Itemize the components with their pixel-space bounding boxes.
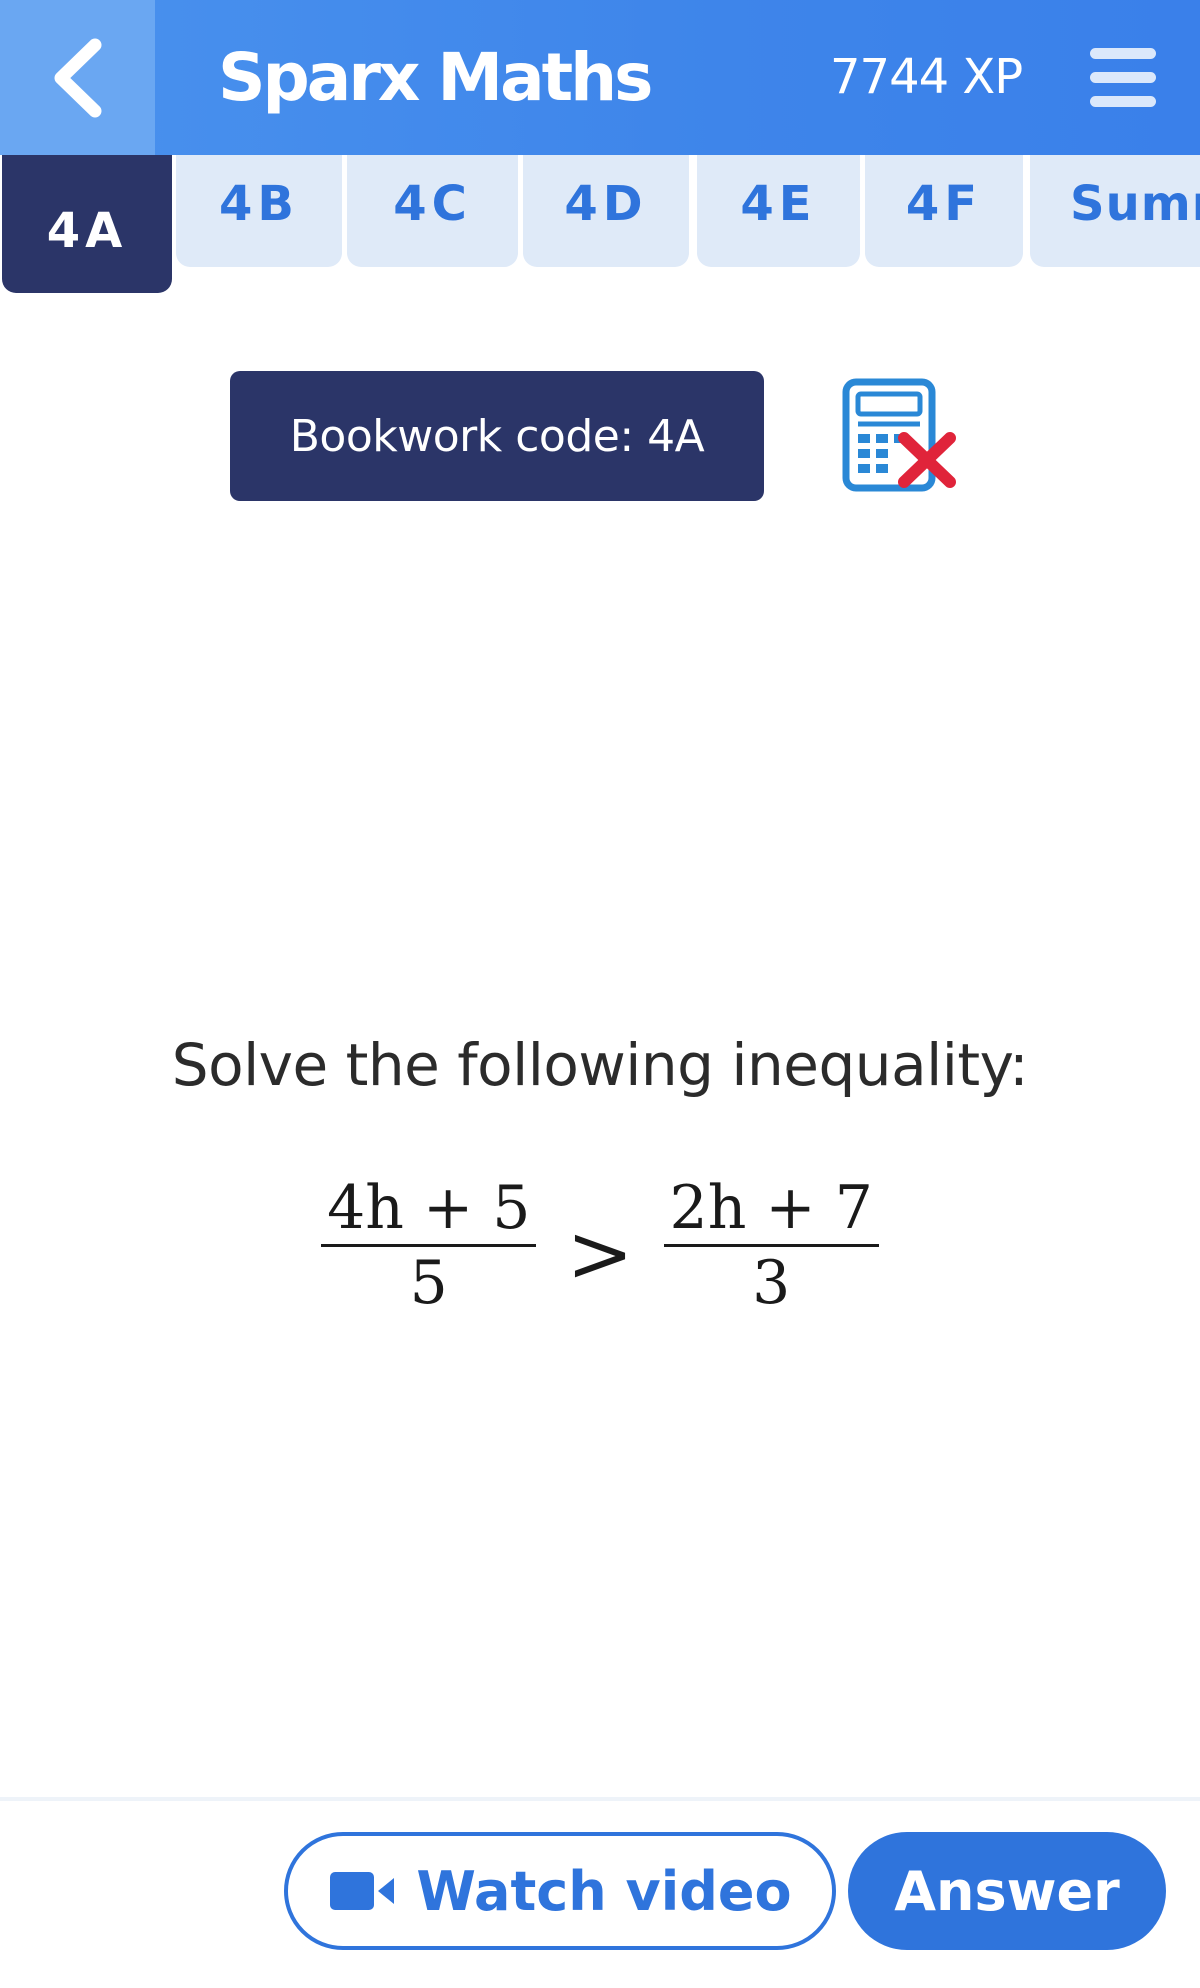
- answer-button[interactable]: Answer: [848, 1832, 1166, 1950]
- inequality-operator: >: [566, 1207, 634, 1300]
- tab-4e[interactable]: 4E: [697, 155, 860, 267]
- tab-4f[interactable]: 4F: [865, 155, 1023, 267]
- footer-divider: [0, 1797, 1200, 1801]
- chevron-left-icon: [54, 38, 101, 117]
- left-denominator: 5: [409, 1247, 448, 1318]
- watch-video-label: Watch video: [416, 1859, 792, 1923]
- tab-4a[interactable]: 4A: [2, 155, 172, 293]
- left-fraction: 4h + 5 5: [321, 1172, 537, 1318]
- inequality-expression: 4h + 5 5 > 2h + 7 3: [0, 1170, 1200, 1320]
- right-denominator: 3: [752, 1247, 791, 1318]
- calculator-not-allowed-icon: [842, 378, 956, 492]
- hamburger-menu-icon[interactable]: [1085, 40, 1161, 116]
- right-fraction: 2h + 7 3: [663, 1172, 879, 1318]
- video-camera-icon: [330, 1872, 395, 1910]
- app-title: Sparx Maths: [218, 39, 653, 116]
- back-button[interactable]: [0, 0, 155, 155]
- app-header: Sparx Maths 7744 XP: [0, 0, 1200, 155]
- task-tabs: 4A 4B 4C 4D 4E 4F Summ: [0, 155, 1200, 295]
- left-numerator: 4h + 5: [327, 1172, 531, 1243]
- tab-4b[interactable]: 4B: [176, 155, 342, 267]
- xp-counter: 7744 XP: [830, 49, 1023, 105]
- tab-summary[interactable]: Summ: [1030, 155, 1200, 267]
- bookwork-code: Bookwork code: 4A: [230, 371, 764, 501]
- watch-video-button[interactable]: Watch video: [284, 1832, 836, 1950]
- right-numerator: 2h + 7: [669, 1172, 873, 1243]
- tab-4d[interactable]: 4D: [523, 155, 689, 267]
- question-prompt: Solve the following inequality:: [171, 1031, 1029, 1099]
- tab-4c[interactable]: 4C: [347, 155, 518, 267]
